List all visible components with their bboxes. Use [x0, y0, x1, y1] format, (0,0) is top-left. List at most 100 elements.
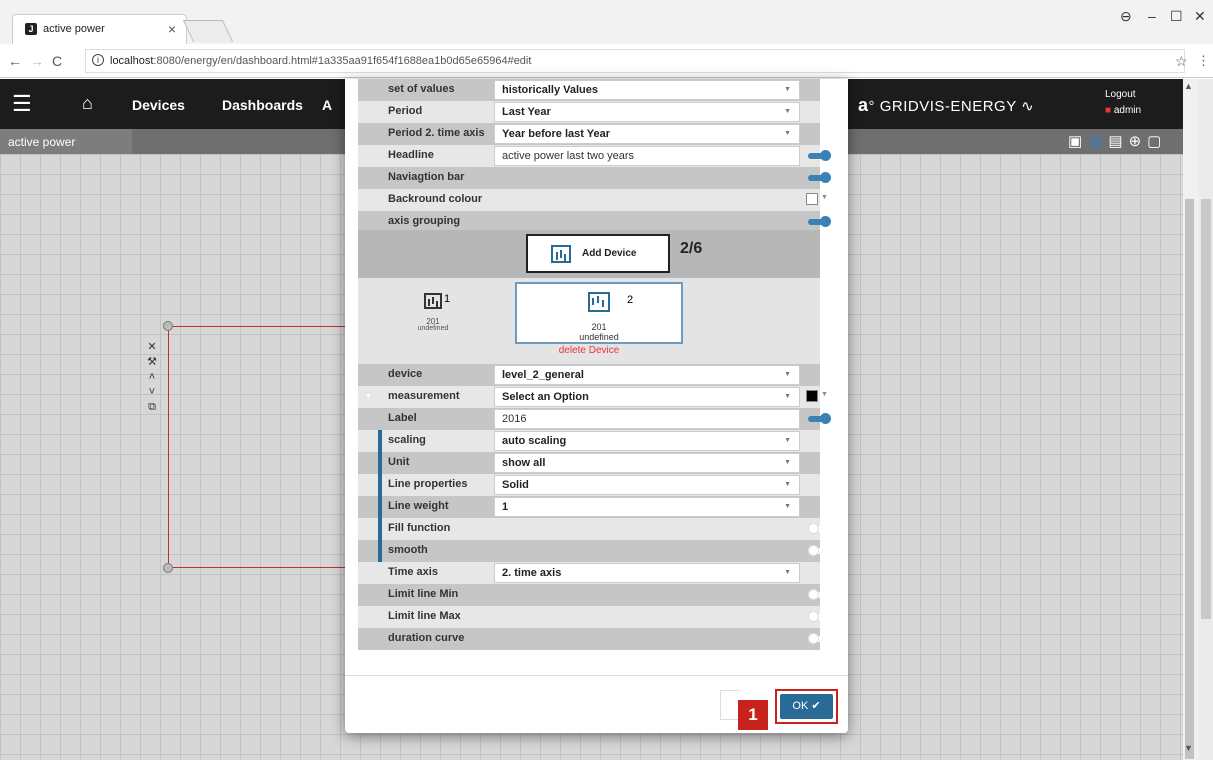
setting-row-smooth: smooth: [358, 540, 830, 562]
collapse-arrow-icon[interactable]: ▼: [365, 393, 372, 400]
duration-curve-toggle[interactable]: [808, 633, 832, 644]
close-tab-icon[interactable]: ×: [168, 21, 176, 37]
device-tile-2-selected[interactable]: 2 201 undefined: [515, 282, 683, 344]
copy-icon[interactable]: ⧉: [147, 400, 157, 415]
chevron-down-icon: ▼: [784, 569, 791, 576]
scroll-thumb[interactable]: [1185, 199, 1194, 759]
line-properties-select[interactable]: Solid ▼: [494, 475, 800, 495]
set-of-values-select[interactable]: historically Values ▼: [494, 80, 800, 100]
setting-label: measurement: [388, 390, 460, 402]
setting-label: smooth: [388, 544, 428, 556]
device-status: undefined: [579, 332, 619, 342]
setting-label: Time axis: [388, 566, 438, 578]
device-number: 1: [444, 293, 451, 305]
home-icon[interactable]: ⌂: [82, 93, 93, 114]
logout-link[interactable]: Logout: [1105, 89, 1136, 100]
outer-scroll-thumb[interactable]: [1201, 199, 1211, 619]
hamburger-menu-icon[interactable]: ☰: [12, 93, 32, 115]
user-label: ■ admin: [1105, 105, 1142, 116]
resize-handle-bottom-left[interactable]: [163, 563, 173, 573]
setting-label: set of values: [388, 83, 455, 95]
back-icon[interactable]: ←: [8, 53, 22, 69]
setting-label: Line properties: [388, 478, 468, 490]
bookmark-star-icon[interactable]: ☆: [1175, 53, 1188, 70]
nav-devices[interactable]: Devices: [132, 97, 185, 113]
color-swatch[interactable]: [806, 390, 818, 402]
fill-function-toggle[interactable]: [808, 523, 832, 534]
setting-row-period-2-time-axis: Period 2. time axis Year before last Year…: [358, 123, 820, 145]
ok-button[interactable]: OK ✔: [780, 694, 833, 719]
save-icon[interactable]: ▣: [1068, 133, 1088, 150]
setting-row-naviagtion-bar: Naviagtion bar: [358, 167, 831, 189]
add-icon[interactable]: ⊕: [1129, 133, 1148, 150]
naviagtion-bar-toggle[interactable]: [808, 172, 832, 183]
export-icon[interactable]: ▢: [1147, 133, 1167, 150]
move-down-icon[interactable]: ˅: [147, 385, 157, 400]
reload-icon[interactable]: C: [52, 53, 62, 69]
move-up-icon[interactable]: ˄: [147, 370, 157, 385]
resize-handle-top-left[interactable]: [163, 321, 173, 331]
measurement-select[interactable]: Select an Option ▼: [494, 387, 800, 407]
setting-label: Naviagtion bar: [388, 171, 465, 183]
forward-icon[interactable]: →: [30, 53, 44, 69]
minimize-icon[interactable]: –: [1148, 8, 1156, 24]
paste-icon[interactable]: ▤: [1108, 133, 1128, 150]
chevron-down-icon: ▼: [784, 108, 791, 115]
setting-row-line-weight: Line weight 1 ▼: [358, 496, 820, 518]
brand-logo: a° GRIDVIS-ENERGY ∿: [858, 95, 1035, 115]
axis-grouping-toggle[interactable]: [808, 216, 832, 227]
chevron-down-icon: ▼: [821, 194, 828, 201]
grid-icon[interactable]: ▦: [1088, 133, 1108, 150]
browser-tab[interactable]: J active power ×: [12, 14, 187, 44]
window-close-icon[interactable]: ✕: [1194, 8, 1206, 25]
scroll-up-icon[interactable]: ▲: [1184, 81, 1193, 91]
step-badge: 1: [738, 700, 768, 730]
device-tile-1[interactable]: 1 201 undefined: [408, 293, 458, 349]
label-input[interactable]: 2016: [494, 409, 800, 429]
browser-menu-icon[interactable]: ⋮: [1197, 53, 1210, 69]
time-axis-select[interactable]: 2. time axis ▼: [494, 563, 800, 583]
new-tab-button[interactable]: [182, 20, 234, 42]
limit-line-max-toggle[interactable]: [808, 611, 832, 622]
device-icon: [424, 293, 442, 309]
url-field[interactable]: i localhost:8080/energy/en/dashboard.htm…: [85, 49, 1185, 73]
limit-line-min-toggle[interactable]: [808, 589, 832, 600]
widget-tools: ✕ ⚒ ˄ ˅ ⧉: [147, 340, 157, 415]
headline-input[interactable]: active power last two years: [494, 146, 800, 166]
setting-row-set-of-values: set of values historically Values ▼: [358, 79, 820, 101]
select-value: Last Year: [502, 106, 551, 118]
device-select[interactable]: level_2_general ▼: [494, 365, 800, 385]
select-value: historically Values: [502, 84, 598, 96]
cancel-button[interactable]: [720, 690, 740, 720]
setting-row-headline: Headline active power last two years: [358, 145, 831, 167]
nav-partial[interactable]: A: [322, 97, 332, 113]
info-icon[interactable]: i: [92, 54, 104, 66]
delete-device-link[interactable]: delete Device: [358, 345, 820, 356]
add-device-button[interactable]: Add Device: [526, 234, 670, 273]
dialog-footer-divider: [345, 675, 848, 676]
setting-label: Fill function: [388, 522, 451, 534]
tab-title: active power: [43, 23, 105, 35]
scroll-down-icon[interactable]: ▼: [1184, 743, 1193, 753]
setting-label: duration curve: [388, 632, 465, 644]
chevron-down-icon: ▼: [821, 391, 828, 398]
setting-row-measurement: measurement Select an Option ▼ ▼ ▼: [358, 386, 828, 408]
headline-toggle[interactable]: [808, 150, 832, 161]
unit-select[interactable]: show all ▼: [494, 453, 800, 473]
page-scrollbar[interactable]: ▲ ▼: [1183, 79, 1213, 760]
color-swatch[interactable]: [806, 193, 818, 205]
smooth-toggle[interactable]: [808, 545, 832, 556]
period-select[interactable]: Last Year ▼: [494, 102, 800, 122]
chevron-down-icon: ▼: [784, 459, 791, 466]
wrench-icon[interactable]: ⚒: [147, 355, 157, 370]
label-toggle[interactable]: [808, 413, 832, 424]
ok-highlight: OK ✔: [775, 689, 838, 724]
scaling-select[interactable]: auto scaling ▼: [494, 431, 800, 451]
period-2-time-axis-select[interactable]: Year before last Year ▼: [494, 124, 800, 144]
maximize-icon[interactable]: ☐: [1170, 8, 1183, 25]
nav-dashboards[interactable]: Dashboards: [222, 97, 303, 113]
profile-icon[interactable]: ⊖: [1120, 8, 1132, 25]
line-weight-select[interactable]: 1 ▼: [494, 497, 800, 517]
select-value: auto scaling: [502, 435, 567, 447]
remove-widget-icon[interactable]: ✕: [147, 340, 157, 355]
